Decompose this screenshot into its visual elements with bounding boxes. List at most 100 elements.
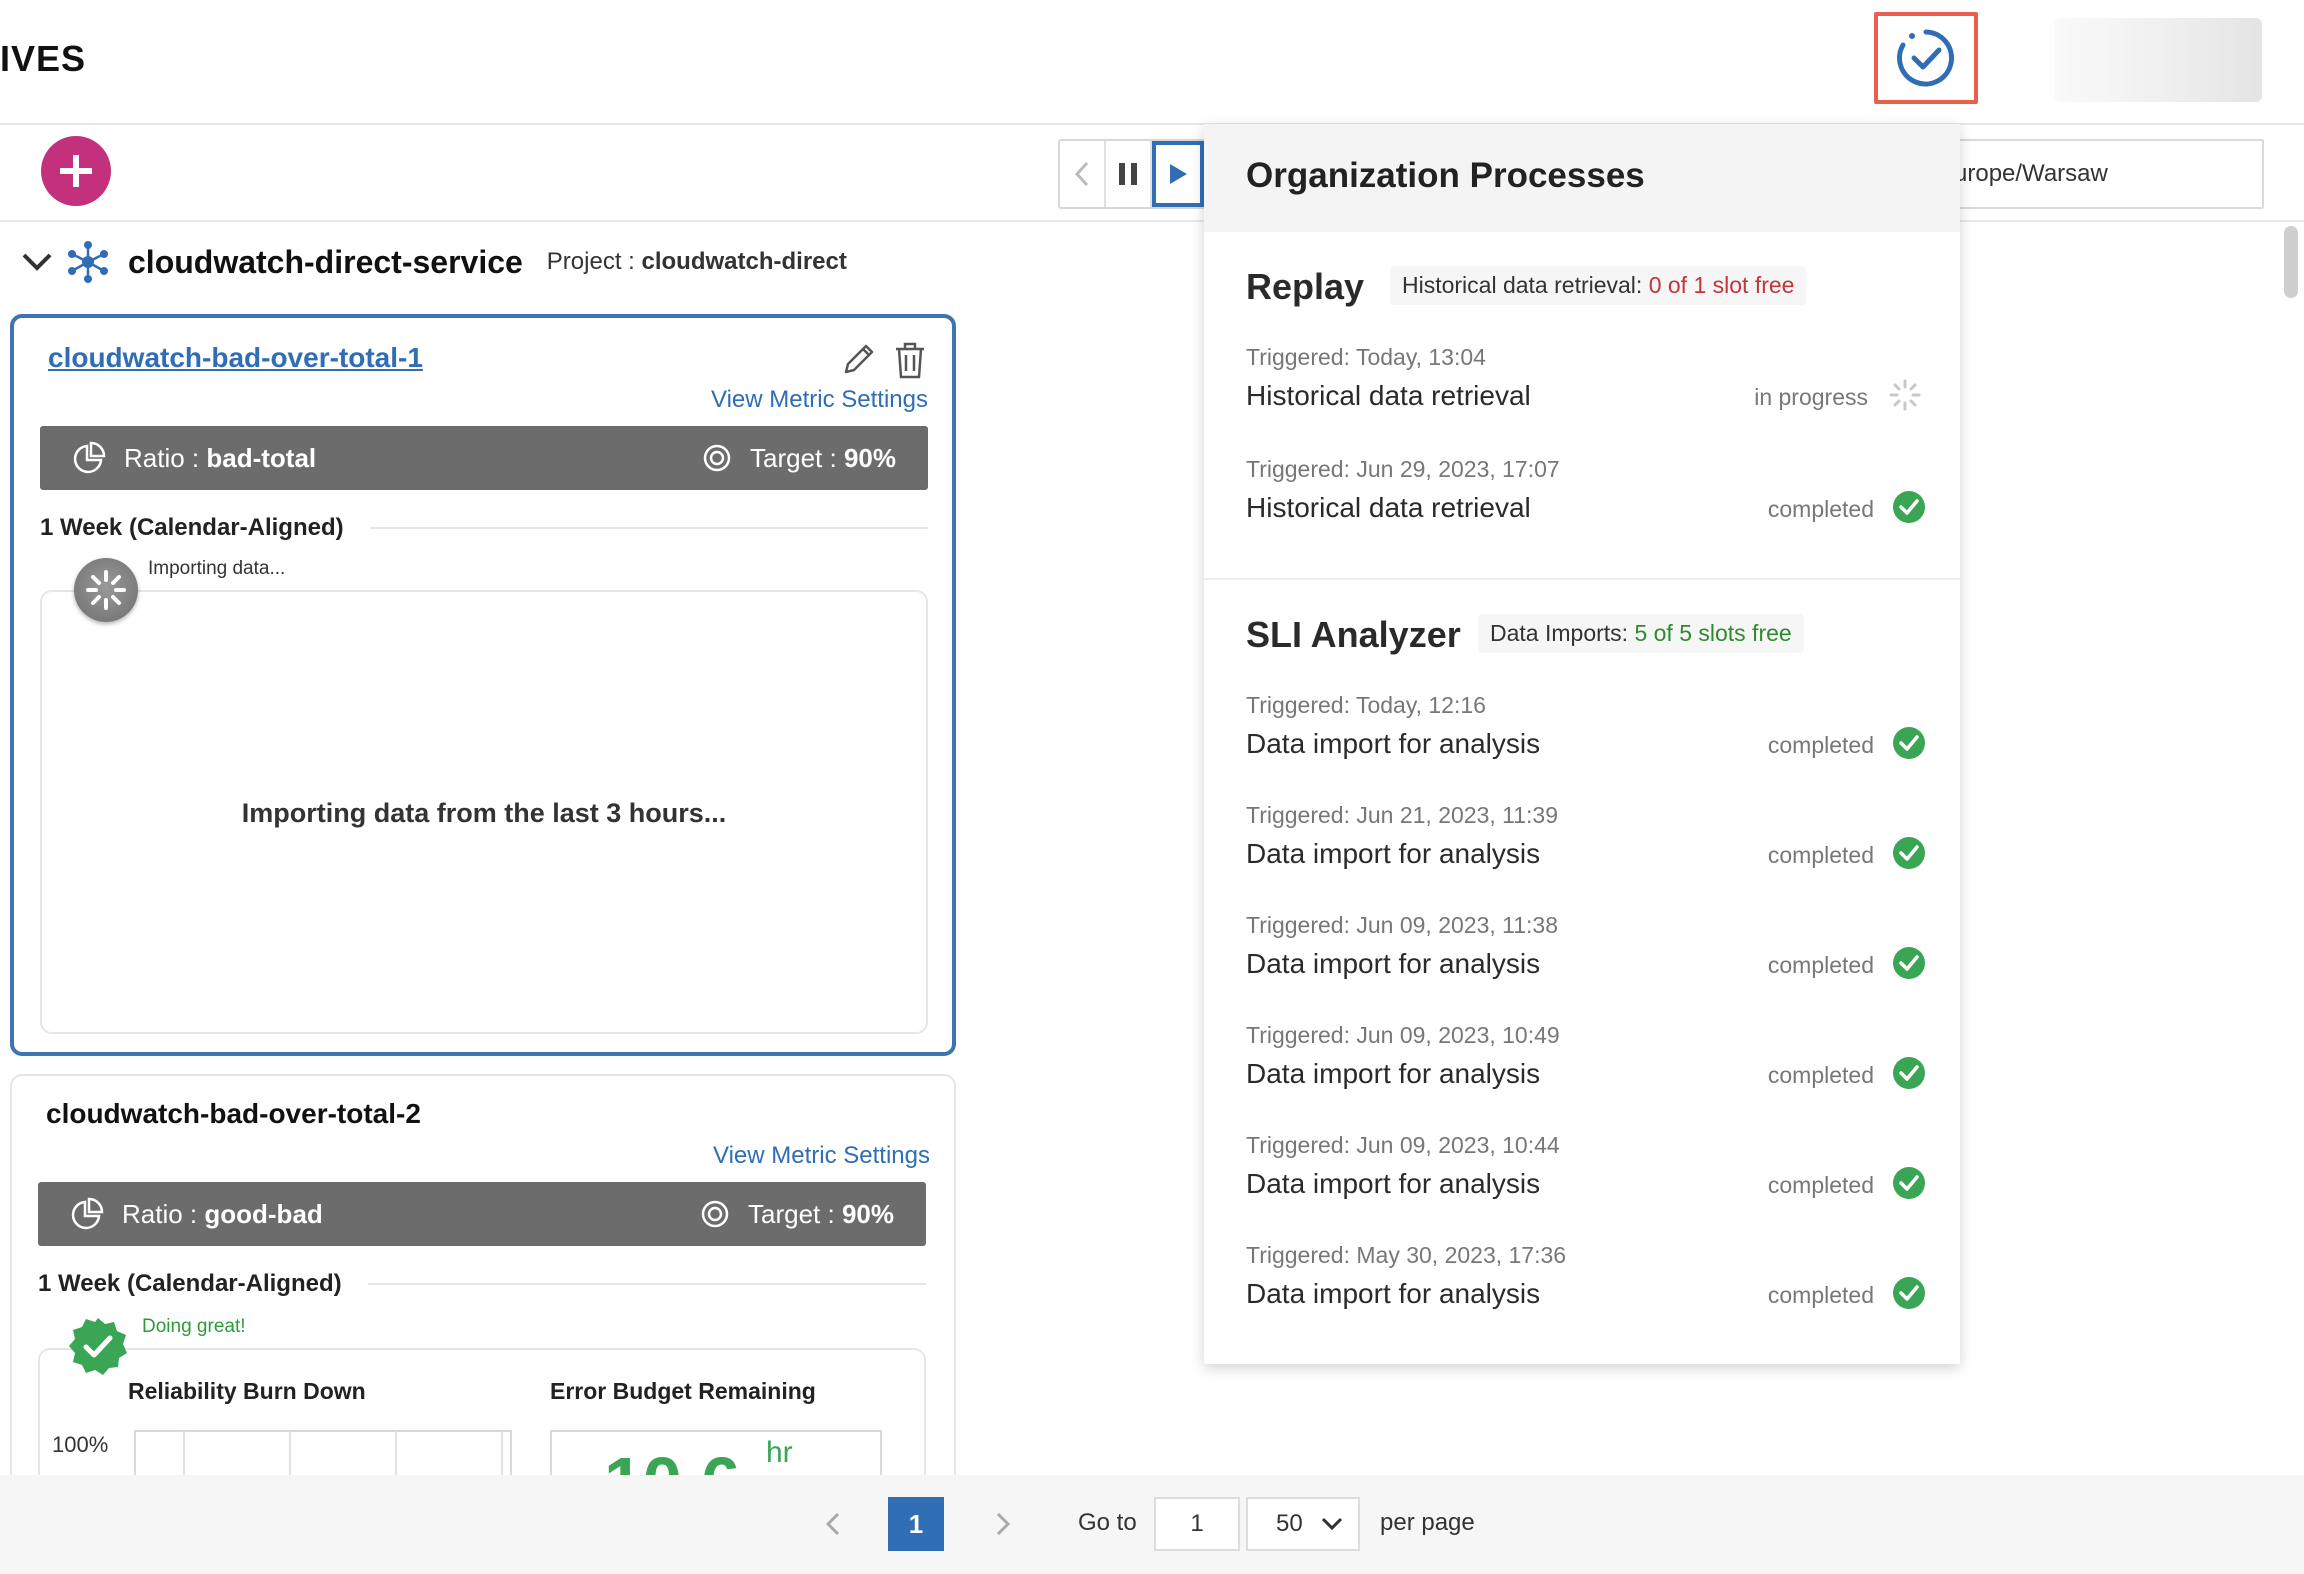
slo-title-link[interactable]: cloudwatch-bad-over-total-1: [48, 342, 423, 374]
view-metric-settings-link[interactable]: View Metric Settings: [711, 386, 928, 414]
process-item: Triggered: Jun 29, 2023, 17:07 Historica…: [1246, 456, 1926, 536]
edit-pencil-icon[interactable]: [838, 340, 878, 380]
view-metric-settings-link[interactable]: View Metric Settings: [713, 1142, 930, 1170]
chevron-left-icon: [1074, 161, 1089, 187]
process-name: Data import for analysis: [1246, 728, 1541, 759]
slo-card[interactable]: cloudwatch-bad-over-total-1 View Metric …: [10, 314, 956, 1056]
scrollbar-thumb[interactable]: [2284, 226, 2298, 298]
popup-title: Organization Processes: [1246, 156, 1645, 195]
process-triggered: Triggered: Jun 21, 2023, 11:39: [1246, 802, 1558, 828]
completed-check-icon: [1893, 491, 1925, 523]
goto-page-input[interactable]: 1: [1154, 1497, 1240, 1551]
doing-great-status: Doing great!: [142, 1316, 246, 1337]
target-value: 90%: [843, 442, 896, 473]
play-button[interactable]: [1152, 141, 1204, 207]
error-budget-unit: hr: [766, 1436, 793, 1469]
process-item: Triggered: Jun 09, 2023, 10:44 Data impo…: [1246, 1132, 1926, 1212]
per-page-label: per page: [1380, 1509, 1475, 1536]
ratio-info: Ratio : good-bad: [70, 1197, 323, 1231]
process-item: Triggered: Today, 12:16 Data import for …: [1246, 692, 1926, 772]
service-icon: [68, 241, 108, 283]
process-name: Data import for analysis: [1246, 838, 1541, 869]
page-button-current[interactable]: 1: [888, 1497, 944, 1551]
project-value: cloudwatch-direct: [641, 248, 847, 275]
time-window-label: 1 Week (Calendar-Aligned): [40, 514, 344, 541]
pause-button[interactable]: [1106, 141, 1152, 207]
target-value: 90%: [841, 1198, 894, 1229]
process-triggered: Triggered: Jun 29, 2023, 17:07: [1246, 456, 1560, 482]
process-status: completed: [1767, 1282, 1874, 1308]
target-info: Target : 90%: [700, 1199, 894, 1230]
replay-section-title: Replay: [1246, 266, 1365, 307]
ratio-value: good-bad: [204, 1198, 323, 1229]
service-project: Project : cloudwatch-direct: [547, 248, 847, 276]
process-status: completed: [1767, 496, 1874, 522]
completed-check-icon: [1893, 1277, 1925, 1309]
completed-check-icon: [1893, 1167, 1925, 1199]
process-triggered: Triggered: May 30, 2023, 17:36: [1246, 1242, 1567, 1268]
target-text: Target : 90%: [748, 1199, 894, 1230]
verified-badge-icon: [69, 1318, 127, 1375]
top-header: IVES: [0, 0, 2304, 125]
process-status: completed: [1767, 732, 1874, 758]
add-slo-button[interactable]: [41, 136, 111, 206]
ratio-bar: Ratio : bad-total Target : 90%: [40, 426, 928, 490]
target-label: Target :: [748, 1198, 842, 1229]
plus-icon: [60, 155, 92, 187]
ratio-label: Ratio :: [122, 1198, 205, 1229]
process-item: Triggered: Jun 09, 2023, 10:49 Data impo…: [1246, 1022, 1926, 1102]
process-status: completed: [1767, 1172, 1874, 1198]
play-icon: [1170, 164, 1187, 184]
section-divider: [1204, 578, 1960, 580]
page-title: IVES: [0, 38, 87, 79]
pagination-bar: 1 Go to 1 50 per page: [0, 1475, 2304, 1574]
project-label: Project :: [546, 248, 642, 275]
sli-slot-pill: Data Imports: 5 of 5 slots free: [1478, 614, 1804, 653]
check-circle-icon: [1897, 29, 1954, 87]
process-name: Data import for analysis: [1246, 1278, 1541, 1309]
slo-title[interactable]: cloudwatch-bad-over-total-2: [46, 1098, 421, 1130]
process-name: Data import for analysis: [1246, 1058, 1541, 1089]
target-icon: [701, 1200, 729, 1228]
ratio-info: Ratio : bad-total: [72, 441, 316, 475]
spinner-icon: [86, 570, 126, 610]
spinner-icon: [1889, 379, 1921, 411]
error-budget-title: Error Budget Remaining: [550, 1378, 816, 1404]
sli-slot-label: Data Imports:: [1490, 620, 1635, 646]
target-info: Target : 90%: [702, 443, 896, 474]
process-item: Triggered: Today, 13:04 Historical data …: [1246, 344, 1926, 424]
service-header: cloudwatch-direct-service Project : clou…: [20, 240, 847, 284]
user-avatar[interactable]: [2054, 18, 2262, 102]
pie-chart-icon: [71, 1197, 104, 1230]
replay-slot-pill: Historical data retrieval: 0 of 1 slot f…: [1390, 266, 1807, 305]
trash-icon[interactable]: [892, 340, 928, 380]
time-window-label: 1 Week (Calendar-Aligned): [38, 1270, 342, 1297]
process-triggered: Triggered: Jun 09, 2023, 11:38: [1246, 912, 1558, 938]
step-back-button[interactable]: [1060, 141, 1106, 207]
prev-page-icon[interactable]: [818, 1509, 848, 1539]
chevron-down-icon[interactable]: [20, 250, 54, 274]
process-name: Historical data retrieval: [1246, 492, 1531, 523]
service-name[interactable]: cloudwatch-direct-service: [128, 244, 523, 281]
next-page-icon[interactable]: [988, 1509, 1018, 1539]
time-window: 1 Week (Calendar-Aligned): [38, 1270, 926, 1298]
process-triggered: Triggered: Today, 12:16: [1246, 692, 1486, 718]
ratio-value: bad-total: [206, 442, 317, 473]
organization-processes-popup: Organization Processes Replay Historical…: [1204, 124, 1960, 1364]
doing-great-badge: [68, 1316, 128, 1376]
ratio-bar: Ratio : good-bad Target : 90%: [38, 1182, 926, 1246]
ratio-text: Ratio : good-bad: [122, 1199, 323, 1230]
slo-card[interactable]: cloudwatch-bad-over-total-2 View Metric …: [10, 1074, 956, 1548]
per-page-select[interactable]: 50: [1246, 1497, 1360, 1551]
target-icon: [703, 444, 731, 472]
target-text: Target : 90%: [750, 443, 896, 474]
process-name: Data import for analysis: [1246, 1168, 1541, 1199]
popup-header: Organization Processes: [1204, 124, 1960, 232]
replay-slot-value: 0 of 1 slot free: [1648, 272, 1795, 298]
ratio-text: Ratio : bad-total: [124, 443, 316, 474]
process-triggered: Triggered: Today, 13:04: [1246, 344, 1486, 370]
organization-processes-button[interactable]: [1874, 12, 1978, 104]
pause-icon: [1119, 163, 1137, 185]
sli-analyzer-section-title: SLI Analyzer: [1246, 614, 1461, 655]
timezone-select[interactable]: urope/Warsaw: [1940, 139, 2264, 209]
